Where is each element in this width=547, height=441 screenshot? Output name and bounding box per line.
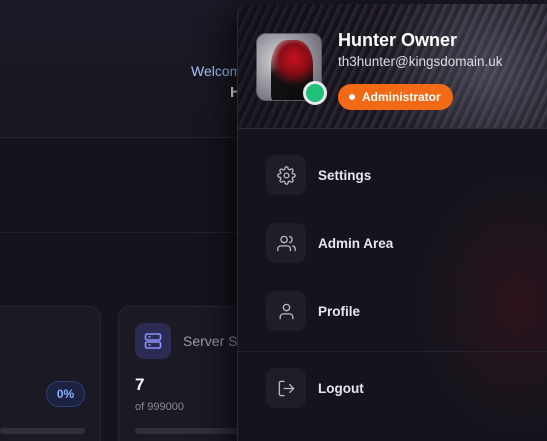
users-icon [266, 223, 306, 263]
menu-item-label: Profile [318, 303, 361, 319]
server-stat-value: 7 [135, 375, 145, 394]
usage-percent-badge: 0% [46, 381, 85, 407]
user-email: th3hunter@kingsdomain.uk [338, 54, 503, 69]
menu-item-logout[interactable]: Logout [266, 368, 536, 408]
role-badge-label: Administrator [362, 90, 441, 104]
usage-progress-bar [0, 428, 85, 434]
user-dropdown-menu: Hunter Owner th3hunter@kingsdomain.uk Ad… [237, 4, 547, 441]
menu-item-label: Settings [318, 167, 372, 183]
menu-item-profile[interactable]: Profile [266, 291, 536, 331]
server-icon [135, 323, 171, 359]
menu-item-settings[interactable]: Settings [266, 155, 536, 195]
logout-icon [266, 368, 306, 408]
role-badge: Administrator [338, 84, 453, 110]
online-status-indicator [303, 81, 327, 105]
user-icon [266, 291, 306, 331]
menu-divider [238, 351, 547, 352]
role-dot-icon [349, 94, 355, 100]
gear-icon [266, 155, 306, 195]
menu-item-label: Admin Area [318, 235, 394, 251]
user-name: Hunter Owner [338, 30, 458, 50]
menu-item-admin-area[interactable]: Admin Area [266, 223, 536, 263]
usage-card [0, 306, 101, 441]
server-stat-title: Server S [183, 333, 238, 349]
menu-item-label: Logout [318, 380, 364, 396]
server-stat-limit: of 999000 [135, 401, 184, 413]
